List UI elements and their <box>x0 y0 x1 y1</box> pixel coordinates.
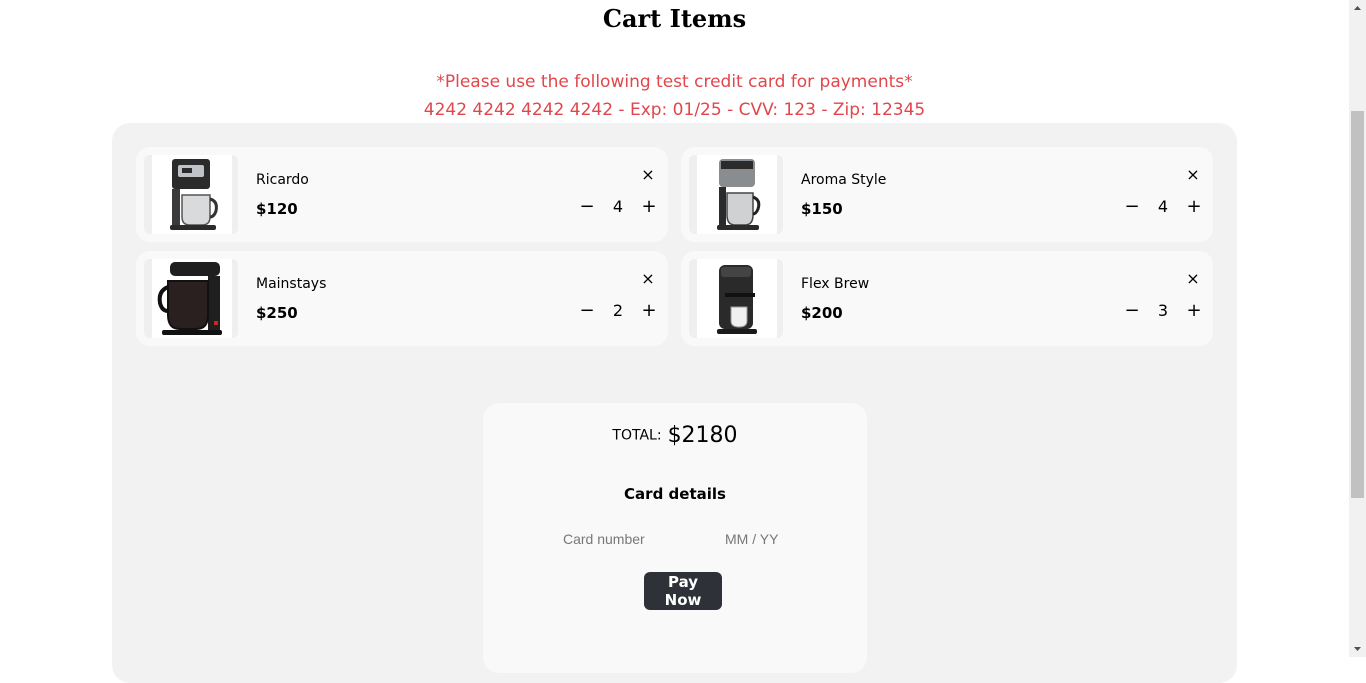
single-serve-brewer-icon <box>717 265 757 334</box>
increase-quantity-button[interactable]: + <box>638 196 660 218</box>
test-card-notice: *Please use the following test credit ca… <box>436 72 913 92</box>
decrease-quantity-button[interactable]: − <box>576 300 598 322</box>
remove-item-button[interactable]: × <box>638 165 658 185</box>
item-price: $250 <box>256 304 298 322</box>
item-name: Ricardo <box>256 172 309 188</box>
page-title: Cart Items <box>602 4 747 33</box>
item-price: $120 <box>256 200 298 218</box>
cart-item: Flex Brew $200 × − 3 + <box>681 251 1213 346</box>
coffee-maker-silver-icon <box>717 159 761 230</box>
item-price: $150 <box>801 200 843 218</box>
card-details-title: Card details <box>624 485 726 503</box>
quantity-value: 2 <box>612 301 624 320</box>
item-name: Flex Brew <box>801 276 870 292</box>
coffee-maker-stainless-icon <box>170 159 218 230</box>
card-expiry-input[interactable] <box>725 528 795 550</box>
increase-quantity-button[interactable]: + <box>1183 196 1205 218</box>
pay-now-button[interactable]: Pay Now <box>644 572 722 610</box>
checkout-card: TOTAL: $2180 Card details Pay Now <box>483 403 867 673</box>
increase-quantity-button[interactable]: + <box>638 300 660 322</box>
item-price: $200 <box>801 304 843 322</box>
decrease-quantity-button[interactable]: − <box>576 196 598 218</box>
total-label: TOTAL: <box>612 427 662 444</box>
remove-item-button[interactable]: × <box>638 269 658 289</box>
item-name: Aroma Style <box>801 172 887 188</box>
decrease-quantity-button[interactable]: − <box>1121 300 1143 322</box>
scrollbar-thumb[interactable] <box>1351 111 1364 498</box>
cart-item: Aroma Style $150 × − 4 + <box>681 147 1213 242</box>
quantity-value: 3 <box>1157 301 1169 320</box>
product-image <box>144 155 238 234</box>
quantity-stepper: − 4 + <box>1121 196 1205 218</box>
quantity-value: 4 <box>1157 197 1169 216</box>
product-image <box>144 259 238 338</box>
card-number-input[interactable] <box>563 528 683 550</box>
coffee-maker-black-icon <box>157 262 222 335</box>
total-value: $2180 <box>667 423 738 448</box>
decrease-quantity-button[interactable]: − <box>1121 196 1143 218</box>
item-name: Mainstays <box>256 276 327 292</box>
remove-item-button[interactable]: × <box>1183 269 1203 289</box>
page-scrollbar[interactable] <box>1349 0 1366 657</box>
scroll-up-arrow-icon[interactable] <box>1349 0 1366 17</box>
test-card-details: 4242 4242 4242 4242 - Exp: 01/25 - CVV: … <box>423 100 926 120</box>
quantity-stepper: − 3 + <box>1121 300 1205 322</box>
product-image <box>689 155 783 234</box>
remove-item-button[interactable]: × <box>1183 165 1203 185</box>
product-image <box>689 259 783 338</box>
order-total: TOTAL: $2180 <box>483 423 867 448</box>
increase-quantity-button[interactable]: + <box>1183 300 1205 322</box>
quantity-stepper: − 4 + <box>576 196 660 218</box>
cart-item: Ricardo $120 × − 4 + <box>136 147 668 242</box>
quantity-value: 4 <box>612 197 624 216</box>
quantity-stepper: − 2 + <box>576 300 660 322</box>
scroll-down-arrow-icon[interactable] <box>1349 640 1366 657</box>
cart-item: Mainstays $250 × − 2 + <box>136 251 668 346</box>
